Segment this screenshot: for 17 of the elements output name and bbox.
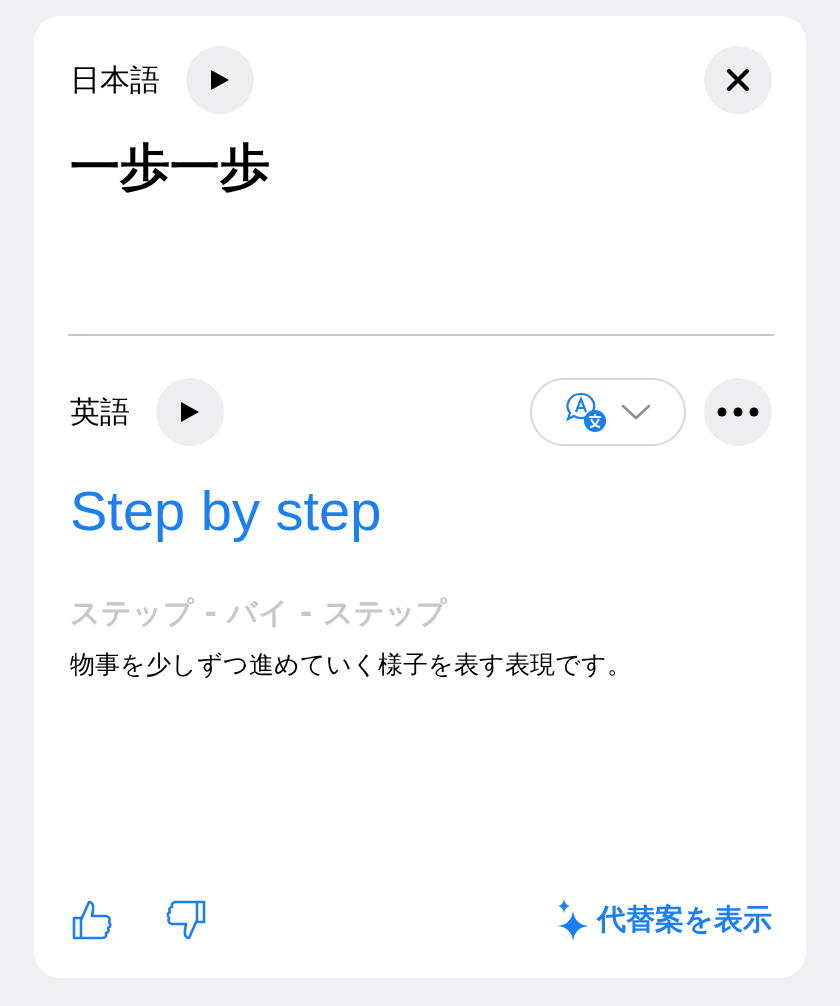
chevron-down-icon [621, 403, 651, 421]
language-label: 日本語 [70, 60, 160, 99]
thumbs-down-icon [164, 898, 208, 942]
pronunciation-text: ステップ - バイ - ステップ [70, 594, 449, 632]
more-icon [717, 407, 759, 417]
play-icon [179, 400, 201, 424]
source-text: 一歩一歩 [70, 137, 271, 198]
thumbs-up-button[interactable] [70, 898, 114, 942]
translated-text: Step by step [70, 478, 383, 543]
language-label: 英語 [70, 392, 130, 431]
close-icon [726, 68, 750, 92]
show-alternatives-button[interactable]: 代替案を表示 [555, 899, 772, 941]
thumbs-down-button[interactable] [164, 898, 208, 942]
play-icon [209, 68, 231, 92]
translate-icon [565, 391, 607, 433]
description-text: 物事を少しずつ進めていく様子を表す表現です。 [70, 649, 633, 681]
thumbs-up-icon [70, 898, 114, 942]
